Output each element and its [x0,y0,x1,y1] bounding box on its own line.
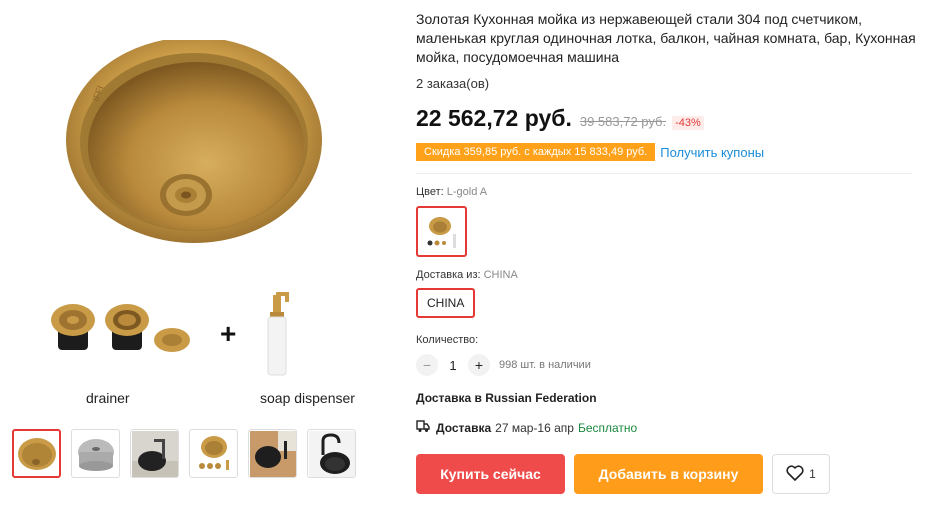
stock-available: 998 шт. в наличии [499,359,591,371]
ship-from-option-china[interactable]: CHINA [416,288,476,318]
quantity-stepper: − 1 + 998 шт. в наличии [416,354,916,376]
quantity-label: Количество: [416,334,479,346]
thumbnail-6-black-sink-faucet[interactable] [307,429,356,478]
thumbnail-strip [12,429,356,478]
color-property-label: Цвет: L-gold A [416,186,916,198]
quantity-decrease-button[interactable]: − [416,354,438,376]
heart-icon [786,464,804,484]
action-buttons: Купить сейчас Добавить в корзину 1 [416,454,916,494]
thumbnail-2-gray-sink[interactable] [71,429,120,478]
coupon-row: Скидка 359,85 руб. с каждых 15 833,49 ру… [416,143,916,161]
delivery-label: Доставка [436,420,492,435]
color-label: Цвет: [416,186,444,198]
price-row: 22 562,72 руб. 39 583,72 руб. -43% [416,105,916,132]
current-price: 22 562,72 руб. [416,105,572,131]
thumbnail-5-black-sink-wood[interactable] [248,429,297,478]
plus-sign: + [220,318,237,349]
thumbnail-4-gold-sink-kit[interactable] [189,429,238,478]
add-to-cart-button[interactable]: Добавить в корзину [574,454,763,494]
soap-dispenser-image [267,292,289,376]
product-info-panel: Золотая Кухонная мойка из нержавеющей ст… [416,10,916,494]
soap-dispenser-label: soap dispenser [260,390,355,406]
color-value: L-gold A [446,186,488,198]
delivery-free: Бесплатно [577,420,638,435]
divider [416,173,912,174]
ship-from-property-label: Доставка из: CHINA [416,269,916,281]
delivery-destination: Доставка в Russian Federation [416,391,597,405]
old-price: 39 583,72 руб. [579,114,667,129]
quantity-increase-button[interactable]: + [468,354,490,376]
thumbnail-3-black-sink-kitchen[interactable] [130,429,179,478]
drainer-image [51,304,190,352]
truck-icon [416,419,430,436]
wishlist-count: 1 [809,467,816,481]
thumbnail-1-gold-sink[interactable] [12,429,61,478]
orders-count: 2 заказа(ов) [416,76,490,91]
color-option-l-gold-a[interactable] [416,206,467,257]
main-product-image[interactable]: IFFI + drainer soap dispenser [40,0,390,420]
coupon-badge: Скидка 359,85 руб. с каждых 15 833,49 ру… [416,143,656,161]
get-coupons-link[interactable]: Получить купоны [660,145,764,160]
ship-from-value: CHINA [483,269,518,281]
quantity-value[interactable]: 1 [438,358,468,373]
wishlist-button[interactable]: 1 [772,454,830,494]
delivery-dates: 27 мар-16 апр [495,420,574,435]
drainer-label: drainer [86,390,130,406]
ship-from-label: Доставка из: [416,269,481,281]
buy-now-button[interactable]: Купить сейчас [416,454,565,494]
product-title: Золотая Кухонная мойка из нержавеющей ст… [416,11,916,65]
gold-sink-image: IFFI [66,40,322,243]
discount-badge: -43% [672,116,704,130]
delivery-info: Доставка 27 мар-16 апр Бесплатно [416,419,916,436]
